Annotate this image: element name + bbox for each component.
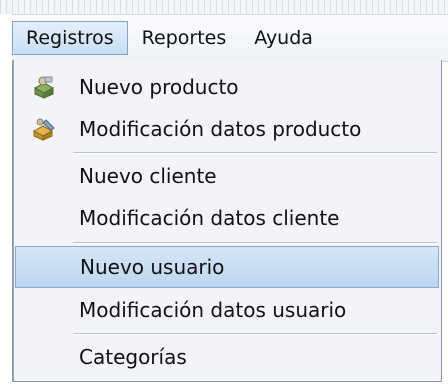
window-top-edge (0, 0, 448, 14)
edit-package-icon (32, 118, 55, 141)
menu-item-label: Nuevo producto (79, 75, 239, 99)
menu-bar: Registros Reportes Ayuda (12, 14, 448, 62)
menu-ayuda[interactable]: Ayuda (240, 21, 327, 55)
application-window: Registros Reportes Ayuda Nuevo producto (0, 0, 448, 387)
menu-item-nuevo-cliente[interactable]: Nuevo cliente (15, 155, 439, 197)
menu-item-nuevo-usuario[interactable]: Nuevo usuario (15, 246, 439, 288)
menu-separator (73, 333, 437, 335)
menu-separator (73, 152, 437, 154)
menu-reportes[interactable]: Reportes (128, 21, 241, 55)
menu-item-modificacion-usuario[interactable]: Modificación datos usuario (15, 289, 439, 331)
menu-item-label: Nuevo cliente (79, 164, 217, 188)
menu-item-label: Modificación datos usuario (79, 298, 347, 322)
menu-registros[interactable]: Registros (12, 21, 128, 55)
menu-item-modificacion-cliente[interactable]: Modificación datos cliente (15, 197, 439, 239)
menu-left-border (13, 60, 14, 381)
registros-dropdown-menu: Nuevo producto Modificación datos produc… (12, 60, 442, 382)
menu-item-nuevo-producto[interactable]: Nuevo producto (15, 66, 439, 108)
menu-item-categorias[interactable]: Categorías (15, 336, 439, 378)
menu-item-label: Categorías (79, 345, 187, 369)
menu-separator (73, 242, 437, 244)
menu-item-label: Modificación datos producto (79, 117, 362, 141)
menu-item-label: Modificación datos cliente (79, 206, 340, 230)
package-icon (33, 76, 55, 99)
menu-item-label: Nuevo usuario (80, 255, 225, 279)
menu-item-modificacion-producto[interactable]: Modificación datos producto (15, 108, 439, 150)
